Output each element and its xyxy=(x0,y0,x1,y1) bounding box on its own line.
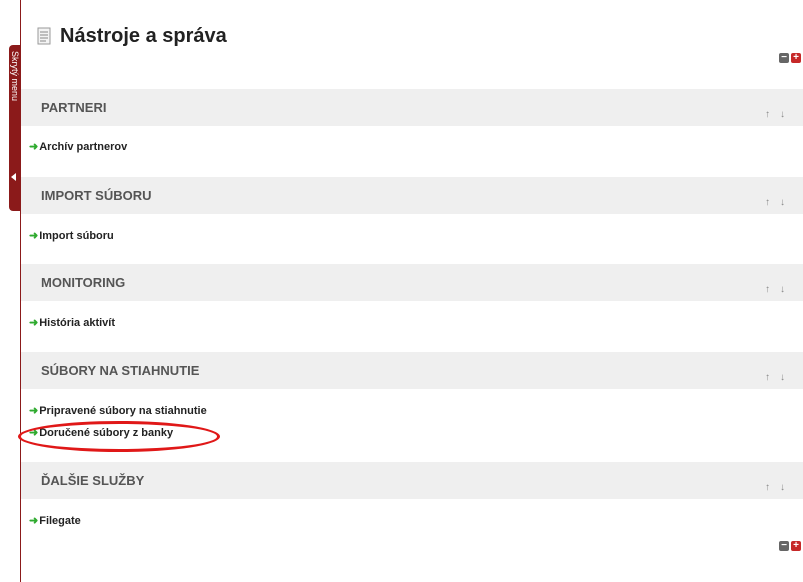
move-down-icon[interactable]: ↓ xyxy=(780,284,785,295)
arrow-right-icon: ➜ xyxy=(29,515,39,527)
section-title: MONITORING xyxy=(41,275,126,290)
link-pripravene-subory[interactable]: ➜ Pripravené súbory na stiahnutie xyxy=(29,404,207,418)
chevron-left-icon xyxy=(11,173,16,181)
page-title: Nástroje a správa xyxy=(60,24,227,47)
section-header-monitoring: MONITORING ↑ ↓ xyxy=(21,264,803,301)
link-label: História aktivít xyxy=(39,316,116,329)
expand-all-button[interactable]: + xyxy=(791,53,801,63)
section-header-partneri: PARTNERI ↑ ↓ xyxy=(21,89,803,126)
bottom-collapse-controls: − + xyxy=(779,541,801,551)
tools-page: Skrytý menu Nástroje a správa − + PARTNE… xyxy=(0,0,803,582)
top-collapse-controls: − + xyxy=(779,53,801,63)
arrow-right-icon: ➜ xyxy=(29,317,39,329)
hide-menu-label: Skrytý menu xyxy=(10,51,20,102)
move-down-icon[interactable]: ↓ xyxy=(780,197,785,208)
link-label: Import súboru xyxy=(39,229,114,242)
expand-all-button[interactable]: + xyxy=(791,541,801,551)
link-filegate[interactable]: ➜ Filegate xyxy=(29,514,81,528)
move-up-icon[interactable]: ↑ xyxy=(765,284,770,295)
collapse-all-button[interactable]: − xyxy=(779,53,789,63)
section-move-controls: ↑ ↓ xyxy=(765,372,785,383)
link-import-suboru[interactable]: ➜ Import súboru xyxy=(29,229,114,243)
move-up-icon[interactable]: ↑ xyxy=(765,109,770,120)
link-label: Filegate xyxy=(39,514,81,527)
arrow-right-icon: ➜ xyxy=(29,141,39,153)
hide-menu-toggle[interactable]: Skrytý menu xyxy=(9,45,20,211)
section-move-controls: ↑ ↓ xyxy=(765,197,785,208)
move-down-icon[interactable]: ↓ xyxy=(780,482,785,493)
section-move-controls: ↑ ↓ xyxy=(765,284,785,295)
arrow-right-icon: ➜ xyxy=(29,427,39,439)
arrow-right-icon: ➜ xyxy=(29,230,39,242)
section-header-subory: SÚBORY NA STIAHNUTIE ↑ ↓ xyxy=(21,352,803,389)
section-title: ĎALŠIE SLUŽBY xyxy=(41,473,145,488)
link-archiv-partnerov[interactable]: ➜ Archív partnerov xyxy=(29,140,128,154)
move-up-icon[interactable]: ↑ xyxy=(765,482,770,493)
page-header: Nástroje a správa xyxy=(36,23,227,49)
section-move-controls: ↑ ↓ xyxy=(765,109,785,120)
link-label: Doručené súbory z banky xyxy=(39,426,174,439)
section-title: IMPORT SÚBORU xyxy=(41,188,152,203)
link-label: Pripravené súbory na stiahnutie xyxy=(39,404,207,417)
section-move-controls: ↑ ↓ xyxy=(765,482,785,493)
move-down-icon[interactable]: ↓ xyxy=(780,372,785,383)
document-icon xyxy=(37,27,51,45)
move-up-icon[interactable]: ↑ xyxy=(765,372,770,383)
section-header-dalsie-sluzby: ĎALŠIE SLUŽBY ↑ ↓ xyxy=(21,462,803,499)
arrow-right-icon: ➜ xyxy=(29,405,39,417)
link-dorucene-subory[interactable]: ➜ Doručené súbory z banky xyxy=(29,426,174,440)
move-up-icon[interactable]: ↑ xyxy=(765,197,770,208)
move-down-icon[interactable]: ↓ xyxy=(780,109,785,120)
link-label: Archív partnerov xyxy=(39,140,128,153)
collapse-all-button[interactable]: − xyxy=(779,541,789,551)
section-header-import: IMPORT SÚBORU ↑ ↓ xyxy=(21,177,803,214)
section-title: SÚBORY NA STIAHNUTIE xyxy=(41,363,200,378)
link-historia-aktivit[interactable]: ➜ História aktivít xyxy=(29,316,116,330)
section-title: PARTNERI xyxy=(41,100,107,115)
